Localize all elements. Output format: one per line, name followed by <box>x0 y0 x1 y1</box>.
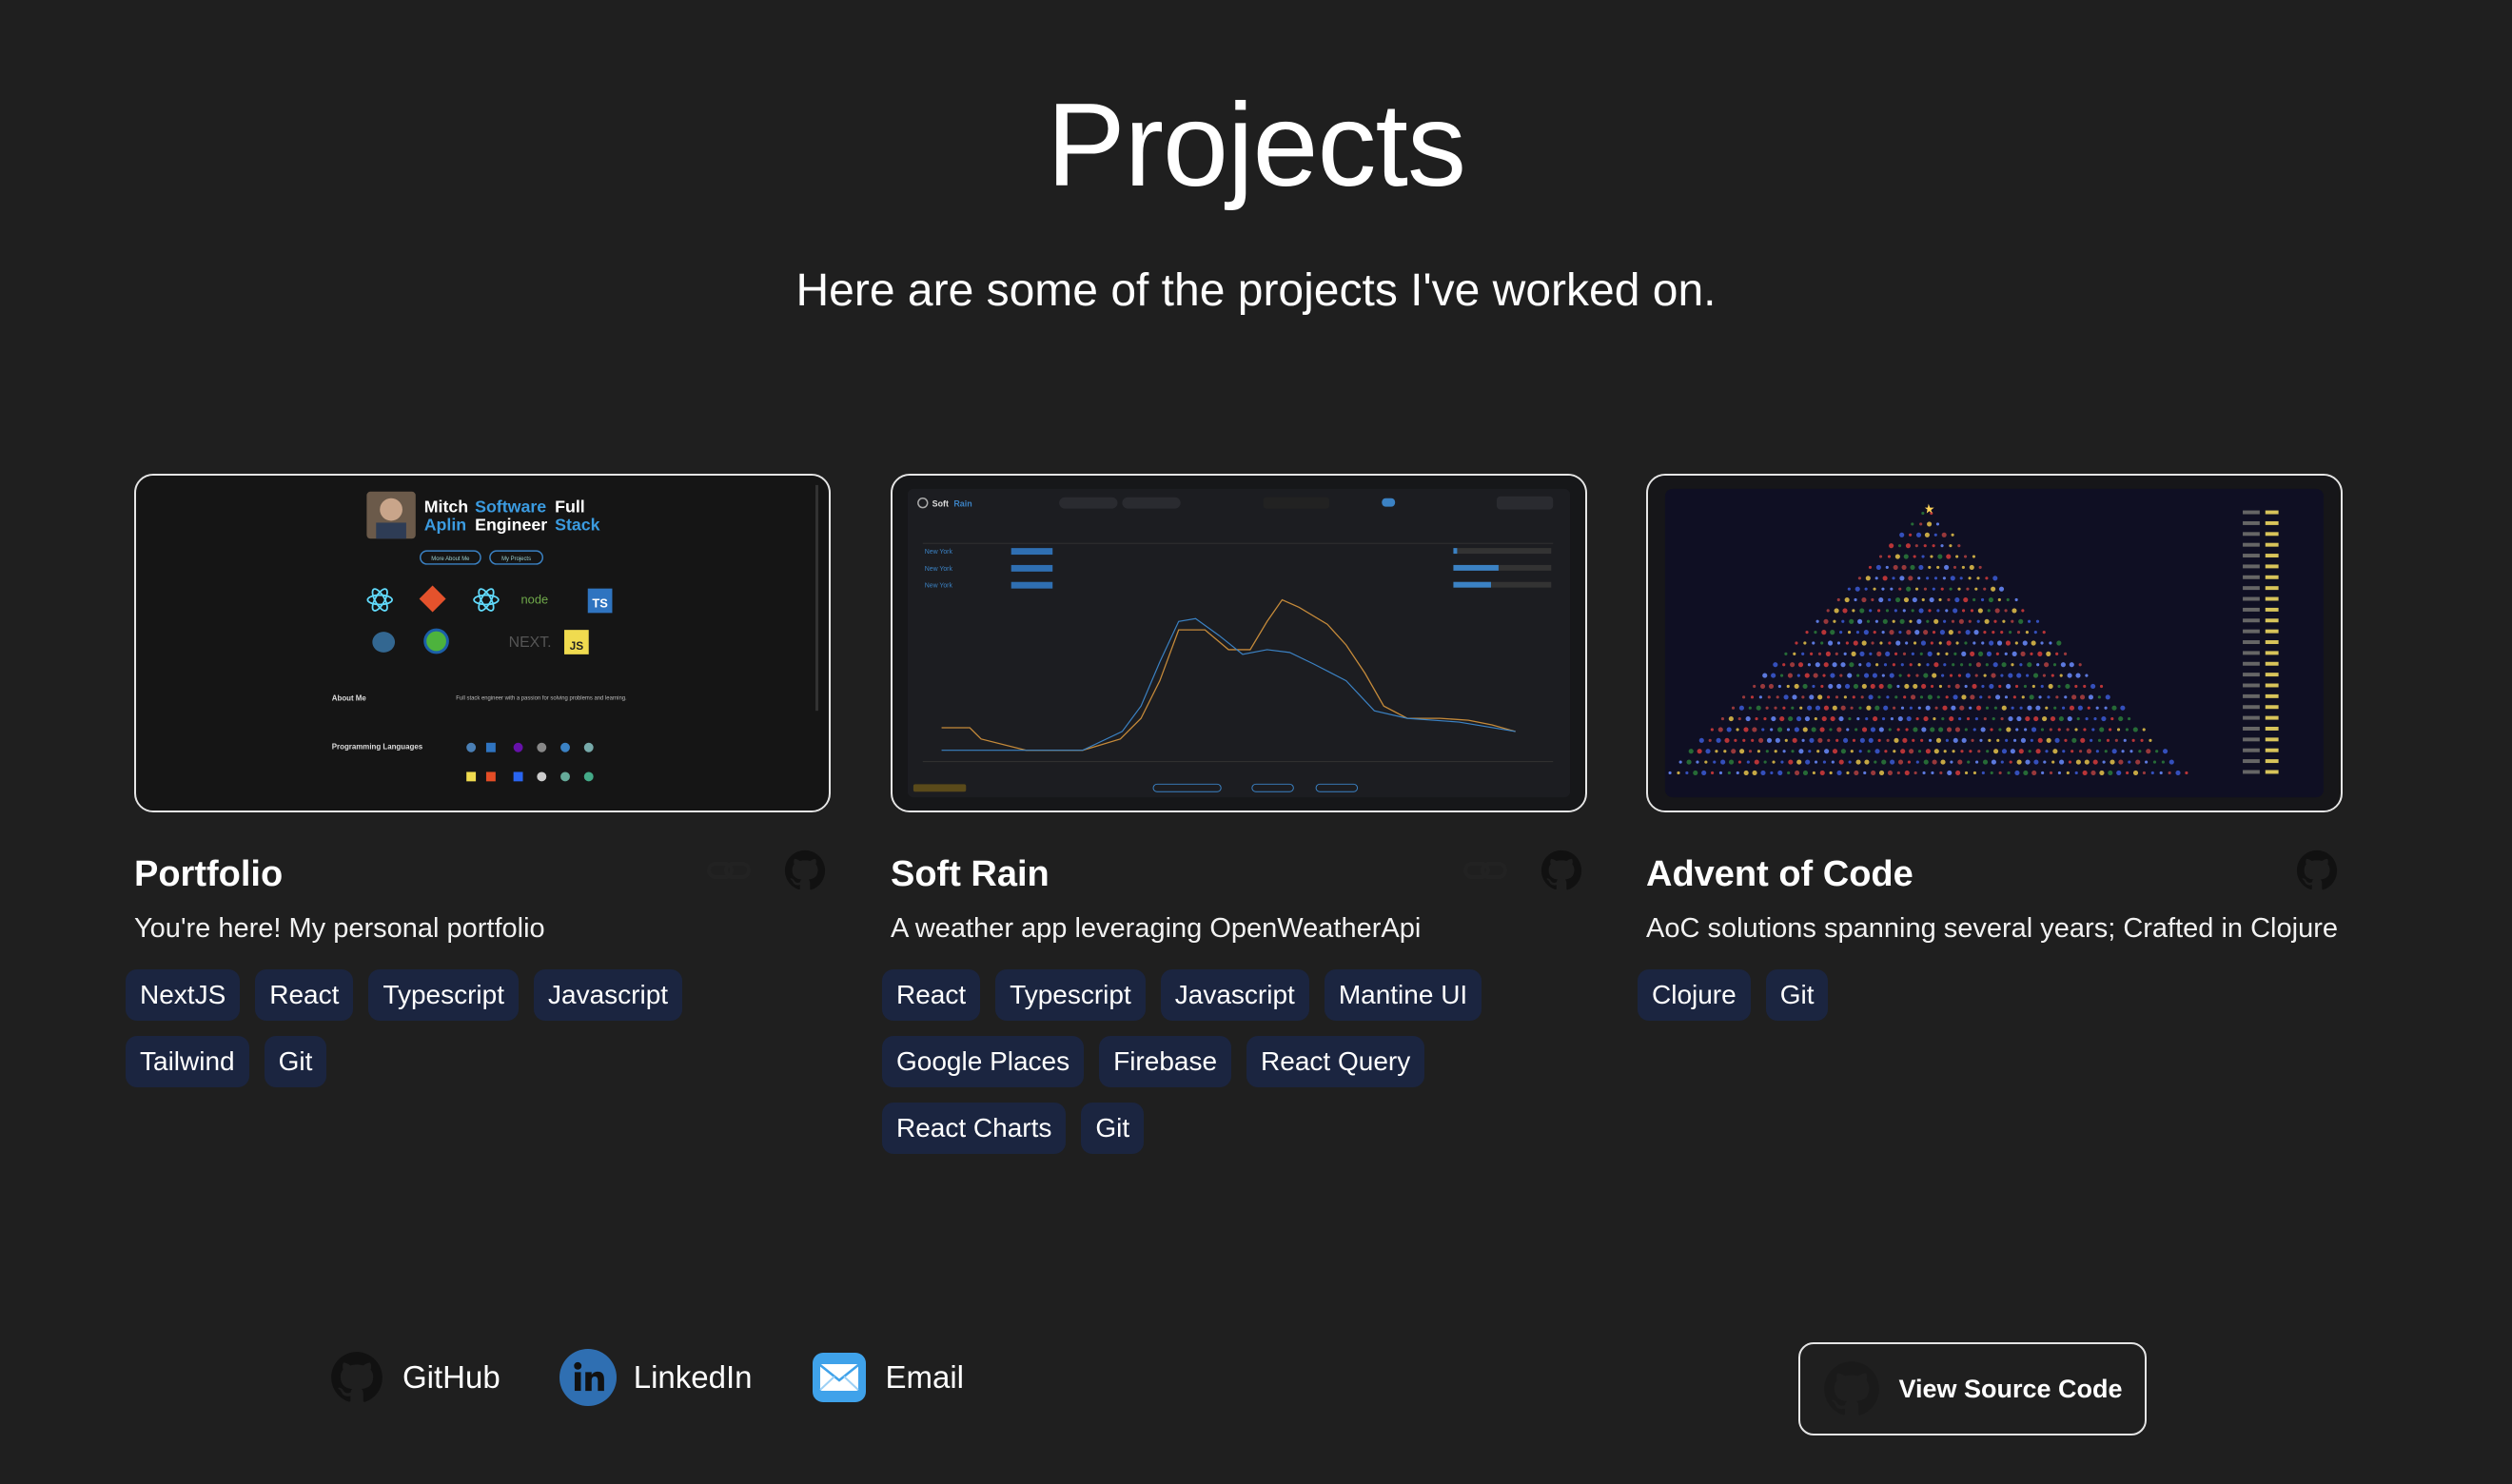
svg-text:JS: JS <box>570 639 584 653</box>
github-icon <box>1822 1359 1881 1418</box>
svg-text:Programming Languages: Programming Languages <box>332 743 423 752</box>
svg-text:Full: Full <box>555 498 585 517</box>
project-description: A weather app leveraging OpenWeatherApi <box>891 913 1422 944</box>
link-icon[interactable] <box>707 849 751 892</box>
footer-links: GitHub LinkedIn Email <box>328 1349 964 1406</box>
linkedin-link[interactable]: LinkedIn <box>559 1349 753 1406</box>
svg-text:New York: New York <box>925 566 953 573</box>
tag[interactable]: Git <box>264 1036 327 1087</box>
svg-text:Stack: Stack <box>555 515 600 534</box>
tag-list: React Typescript Javascript Mantine UI G… <box>882 969 1510 1154</box>
link-icon[interactable] <box>1463 849 1507 892</box>
tag[interactable]: Git <box>1081 1103 1145 1154</box>
svg-text:Mitch: Mitch <box>424 498 468 517</box>
project-title: Soft Rain <box>891 854 1050 894</box>
github-icon[interactable] <box>1540 849 1583 892</box>
email-icon <box>811 1349 868 1406</box>
tag-list: NextJS React Typescript Javascript Tailw… <box>126 969 754 1087</box>
portfolio-screenshot: Mitch Aplin Software Engineer Full Stack… <box>138 476 827 810</box>
svg-text:My Projects: My Projects <box>501 556 531 562</box>
svg-text:node: node <box>521 592 549 606</box>
soft-rain-screenshot: Soft Rain New York New York New York <box>894 476 1583 810</box>
tag[interactable]: React <box>255 969 354 1021</box>
svg-text:Full stack engineer with a pas: Full stack engineer with a passion for s… <box>456 695 627 701</box>
tag[interactable]: Typescript <box>368 969 520 1021</box>
svg-text:New York: New York <box>925 583 953 590</box>
svg-text:Aplin: Aplin <box>424 515 466 534</box>
project-title: Portfolio <box>134 854 284 894</box>
page-subtitle: Here are some of the projects I've worke… <box>795 265 1717 316</box>
tag[interactable]: React Query <box>1246 1036 1425 1087</box>
linkedin-icon <box>559 1349 617 1406</box>
view-source-code-label: View Source Code <box>1898 1374 2123 1403</box>
github-icon <box>328 1349 385 1406</box>
svg-text:Engineer: Engineer <box>475 515 547 534</box>
tag-list: Clojure Git <box>1638 969 2266 1021</box>
email-link-label: Email <box>885 1359 965 1395</box>
project-card-soft-rain: Soft Rain New York New York New York Sof… <box>882 474 1587 1154</box>
tag[interactable]: Mantine UI <box>1324 969 1482 1021</box>
svg-text:Software: Software <box>475 498 546 517</box>
tag[interactable]: Javascript <box>534 969 683 1021</box>
tag[interactable]: React Charts <box>882 1103 1067 1154</box>
project-preview-advent-of-code[interactable] <box>1646 474 2343 812</box>
tag[interactable]: Typescript <box>995 969 1146 1021</box>
email-link[interactable]: Email <box>811 1349 964 1406</box>
linkedin-link-label: LinkedIn <box>633 1359 753 1395</box>
tag[interactable]: React <box>882 969 981 1021</box>
tag[interactable]: Javascript <box>1160 969 1309 1021</box>
project-preview-portfolio[interactable]: Mitch Aplin Software Engineer Full Stack… <box>134 474 831 812</box>
svg-text:New York: New York <box>925 549 953 556</box>
advent-of-code-screenshot <box>1650 476 2339 810</box>
project-title: Advent of Code <box>1646 854 1913 894</box>
github-link[interactable]: GitHub <box>328 1349 500 1406</box>
tag[interactable]: Google Places <box>882 1036 1085 1087</box>
github-icon[interactable] <box>783 849 827 892</box>
project-card-advent-of-code: Advent of Code AoC solutions spanning se… <box>1638 474 2343 1021</box>
tag[interactable]: Tailwind <box>126 1036 249 1087</box>
tag[interactable]: Firebase <box>1099 1036 1232 1087</box>
view-source-code-button[interactable]: View Source Code <box>1798 1342 2147 1435</box>
svg-text:More About Me: More About Me <box>431 556 470 562</box>
github-icon[interactable] <box>2295 849 2339 892</box>
project-description: AoC solutions spanning several years; Cr… <box>1646 913 2338 944</box>
tag[interactable]: NextJS <box>126 969 241 1021</box>
tag[interactable]: Git <box>1765 969 1829 1021</box>
project-card-portfolio: Mitch Aplin Software Engineer Full Stack… <box>126 474 831 1087</box>
svg-text:TS: TS <box>592 596 608 610</box>
github-link-label: GitHub <box>402 1359 500 1395</box>
svg-text:About Me: About Me <box>332 693 367 702</box>
svg-text:Rain: Rain <box>953 499 971 509</box>
svg-text:NEXT.: NEXT. <box>509 635 552 651</box>
tag[interactable]: Clojure <box>1638 969 1751 1021</box>
page-title: Projects <box>1047 80 1466 211</box>
svg-text:Soft: Soft <box>932 499 949 509</box>
project-description: You're here! My personal portfolio <box>134 913 545 944</box>
project-preview-soft-rain[interactable]: Soft Rain New York New York New York <box>891 474 1587 812</box>
